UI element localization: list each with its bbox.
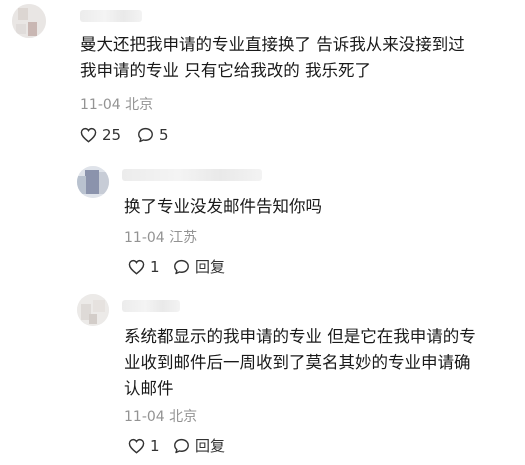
reply-button[interactable]: 回复 <box>173 258 225 276</box>
reply-label: 回复 <box>195 258 226 276</box>
username[interactable] <box>122 300 180 312</box>
like-count: 1 <box>150 437 160 455</box>
avatar[interactable] <box>77 294 109 326</box>
avatar[interactable] <box>77 166 109 198</box>
reply-meta: 11-04 江苏 <box>124 230 198 246</box>
reply-text-line: 认邮件 <box>124 379 174 398</box>
heart-outline-icon <box>80 127 97 143</box>
avatar[interactable] <box>12 4 46 38</box>
reply-text-line: 系统都显示的我申请的专业 但是它在我申请的专 <box>124 327 476 346</box>
speech-bubble-icon <box>138 127 153 143</box>
reply-button[interactable]: 回复 <box>173 437 225 455</box>
speech-bubble-icon <box>174 438 189 454</box>
like-button[interactable]: 1 <box>128 258 160 276</box>
heart-outline-icon <box>128 438 145 454</box>
reply-meta: 11-04 北京 <box>124 409 198 425</box>
like-count: 25 <box>102 126 122 144</box>
like-button[interactable]: 25 <box>80 126 121 144</box>
username[interactable] <box>122 169 262 181</box>
heart-outline-icon <box>128 259 145 275</box>
like-count: 1 <box>150 258 160 276</box>
like-button[interactable]: 1 <box>128 437 160 455</box>
comment-meta: 11-04 北京 <box>80 97 154 113</box>
reply-text-line: 业收到邮件后一周收到了莫名其妙的专业申请确 <box>124 353 471 372</box>
speech-bubble-icon <box>174 259 189 275</box>
reply-text-line: 换了专业没发邮件告知你吗 <box>124 197 322 216</box>
username[interactable] <box>80 10 142 22</box>
reply-count: 5 <box>159 126 169 144</box>
comment-button[interactable]: 5 <box>137 126 169 144</box>
comment-text-line: 我申请的专业 只有它给我改的 我乐死了 <box>80 61 371 80</box>
comment-text-line: 曼大还把我申请的专业直接换了 告诉我从来没接到过 <box>80 35 465 54</box>
reply-label: 回复 <box>195 437 226 455</box>
